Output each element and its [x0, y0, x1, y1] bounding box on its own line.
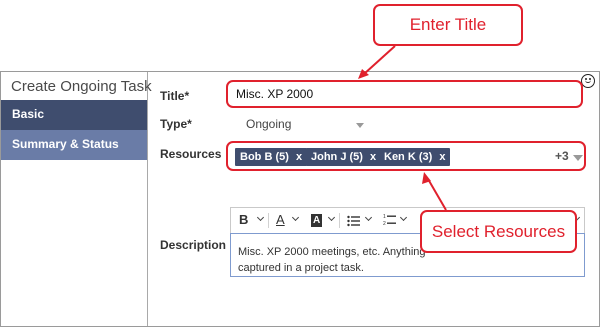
- bold-button[interactable]: B: [239, 211, 248, 229]
- toolbar-divider: [339, 213, 340, 228]
- resource-tag[interactable]: Bob B (5) x: [235, 148, 308, 166]
- chevron-down-icon[interactable]: [291, 213, 300, 222]
- description-label: Description: [160, 238, 227, 252]
- svg-text:2: 2: [383, 221, 386, 227]
- resource-tag-label: Ken K (3): [384, 151, 433, 163]
- resource-tag[interactable]: Ken K (3) x: [379, 148, 451, 166]
- title-input[interactable]: Misc. XP 2000: [226, 80, 583, 108]
- chevron-down-icon[interactable]: [256, 213, 265, 222]
- resource-tag[interactable]: John J (5) x: [306, 148, 382, 166]
- numbered-list-icon[interactable]: 12: [383, 213, 397, 227]
- more-resources-count[interactable]: +3: [555, 149, 569, 163]
- caret-down-icon: [356, 123, 364, 128]
- remove-tag-icon[interactable]: x: [370, 151, 376, 163]
- dialog-title: Create Ongoing Task: [11, 78, 152, 95]
- resources-label: Resources: [160, 147, 222, 161]
- chevron-down-icon[interactable]: [399, 213, 408, 222]
- remove-tag-icon[interactable]: x: [296, 151, 302, 163]
- bullet-list-icon[interactable]: [347, 214, 361, 227]
- remove-tag-icon[interactable]: x: [439, 151, 445, 163]
- highlight-color-button[interactable]: A: [311, 214, 323, 227]
- type-label: Type*: [160, 117, 192, 131]
- text-color-button[interactable]: A: [276, 211, 285, 229]
- caret-down-icon[interactable]: [573, 155, 583, 161]
- chevron-down-icon[interactable]: [327, 213, 336, 222]
- svg-text:1: 1: [383, 214, 386, 220]
- select-resources-callout: Select Resources: [420, 210, 577, 253]
- resource-tag-label: Bob B (5): [240, 151, 289, 163]
- resource-tag-label: John J (5): [311, 151, 363, 163]
- type-select[interactable]: Ongoing: [234, 114, 370, 134]
- resources-select[interactable]: Bob B (5) x John J (5) x Ken K (3) x +3: [226, 141, 586, 171]
- smiley-icon[interactable]: [581, 74, 595, 88]
- sidebar-item-summary-status[interactable]: Summary & Status: [1, 130, 147, 160]
- toolbar-divider: [268, 213, 269, 228]
- title-label: Title*: [160, 89, 190, 103]
- chevron-down-icon[interactable]: [364, 213, 373, 222]
- description-line: captured in a project task.: [238, 262, 364, 274]
- sidebar-item-basic[interactable]: Basic: [1, 100, 147, 130]
- enter-title-callout: Enter Title: [373, 4, 523, 46]
